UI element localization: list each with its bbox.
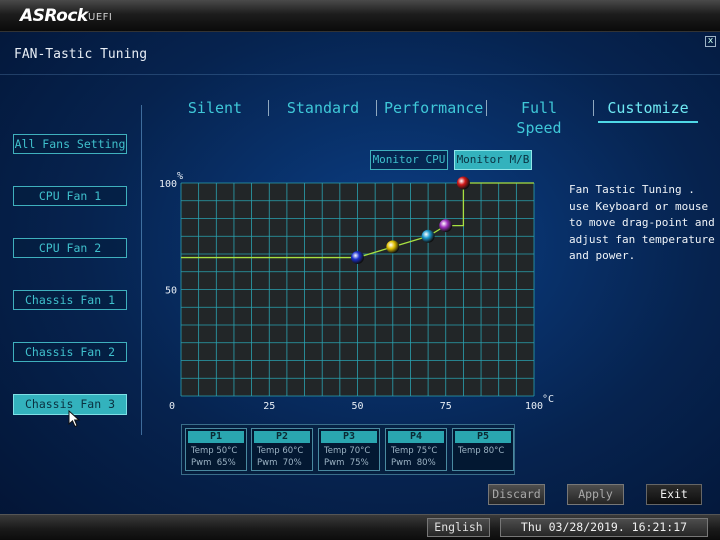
y-unit-label: % [177,171,183,182]
fan-item-cpu-fan-2[interactable]: CPU Fan 2 [13,238,127,258]
curve-point-p1[interactable] [351,251,364,265]
tab-performance[interactable]: Performance [384,98,483,120]
point-card-temp: Temp 50°C [191,446,238,456]
tab-separator [376,100,377,116]
brand-logo: ASRock [20,6,88,26]
discard-button[interactable]: Discard [488,484,545,505]
brand-uefi-label: UEFI [88,12,113,23]
x-tick-label: 0 [169,401,175,412]
point-card-temp: Temp 80°C [458,446,505,456]
fan-curve-chart[interactable]: 0 25 50 75 100 50 100 % °C [159,168,560,418]
point-card-pwm: Pwm 70% [257,458,302,468]
monitor-mb-button[interactable]: Monitor M/B [454,150,532,170]
tab-silent[interactable]: Silent [176,98,254,120]
mouse-pointer-icon [68,410,81,428]
point-card-temp: Temp 60°C [257,446,304,456]
exit-button[interactable]: Exit [646,484,702,505]
help-description: Fan Tastic Tuning . use Keyboard or mous… [569,183,715,262]
point-card-pwm: Pwm 65% [191,458,236,468]
tab-customize[interactable]: Customize [603,98,693,120]
tab-separator [268,100,269,116]
point-card-title: P4 [388,431,444,443]
point-card-p3: P3 Temp 70°C Pwm 75% [318,428,380,471]
point-card-p5: P5 Temp 80°C [452,428,514,471]
tab-standard[interactable]: Standard [283,98,363,120]
point-card-p1: P1 Temp 50°C Pwm 65% [185,428,247,471]
point-card-title: P2 [254,431,310,443]
x-tick-label: 75 [440,401,452,412]
point-card-title: P1 [188,431,244,443]
curve-point-p4[interactable] [439,219,453,233]
monitor-cpu-button[interactable]: Monitor CPU [370,150,448,170]
x-unit-label: °C [542,394,554,405]
curve-point-p5[interactable] [456,176,470,190]
apply-button[interactable]: Apply [567,484,624,505]
language-selector[interactable]: English [427,518,490,537]
datetime-display: Thu 03/28/2019. 16:21:17 [500,518,708,537]
active-tab-indicator [598,121,698,123]
point-card-temp: Temp 75°C [391,446,438,456]
close-icon: x [707,36,714,46]
point-card-p2: P2 Temp 60°C Pwm 70% [251,428,313,471]
y-tick-label: 100 [159,179,177,190]
title-divider [0,74,720,75]
fan-item-chassis-fan-2[interactable]: Chassis Fan 2 [13,342,127,362]
sidebar-divider [141,105,142,435]
point-card-title: P3 [321,431,377,443]
fan-item-chassis-fan-1[interactable]: Chassis Fan 1 [13,290,127,310]
tab-separator [593,100,594,116]
point-card-pwm: Pwm 75% [324,458,369,468]
point-card-pwm: Pwm 80% [391,458,436,468]
fan-item-cpu-fan-1[interactable]: CPU Fan 1 [13,186,127,206]
tab-full-speed[interactable]: Full Speed [496,98,582,137]
point-card-title: P5 [455,431,511,443]
x-tick-label: 100 [525,401,543,412]
x-tick-label: 50 [351,401,363,412]
x-tick-label: 25 [263,401,275,412]
curve-point-p2[interactable] [386,240,400,254]
point-card-p4: P4 Temp 75°C Pwm 80% [385,428,447,471]
curve-point-p3[interactable] [421,229,435,243]
fan-item-all-fans[interactable]: All Fans Setting [13,134,127,154]
chart-grid [180,182,535,397]
y-tick-label: 50 [165,286,177,297]
page-title: FAN-Tastic Tuning [14,47,148,62]
close-button[interactable]: x [705,36,716,47]
point-card-temp: Temp 70°C [324,446,371,456]
tab-separator [486,100,487,116]
